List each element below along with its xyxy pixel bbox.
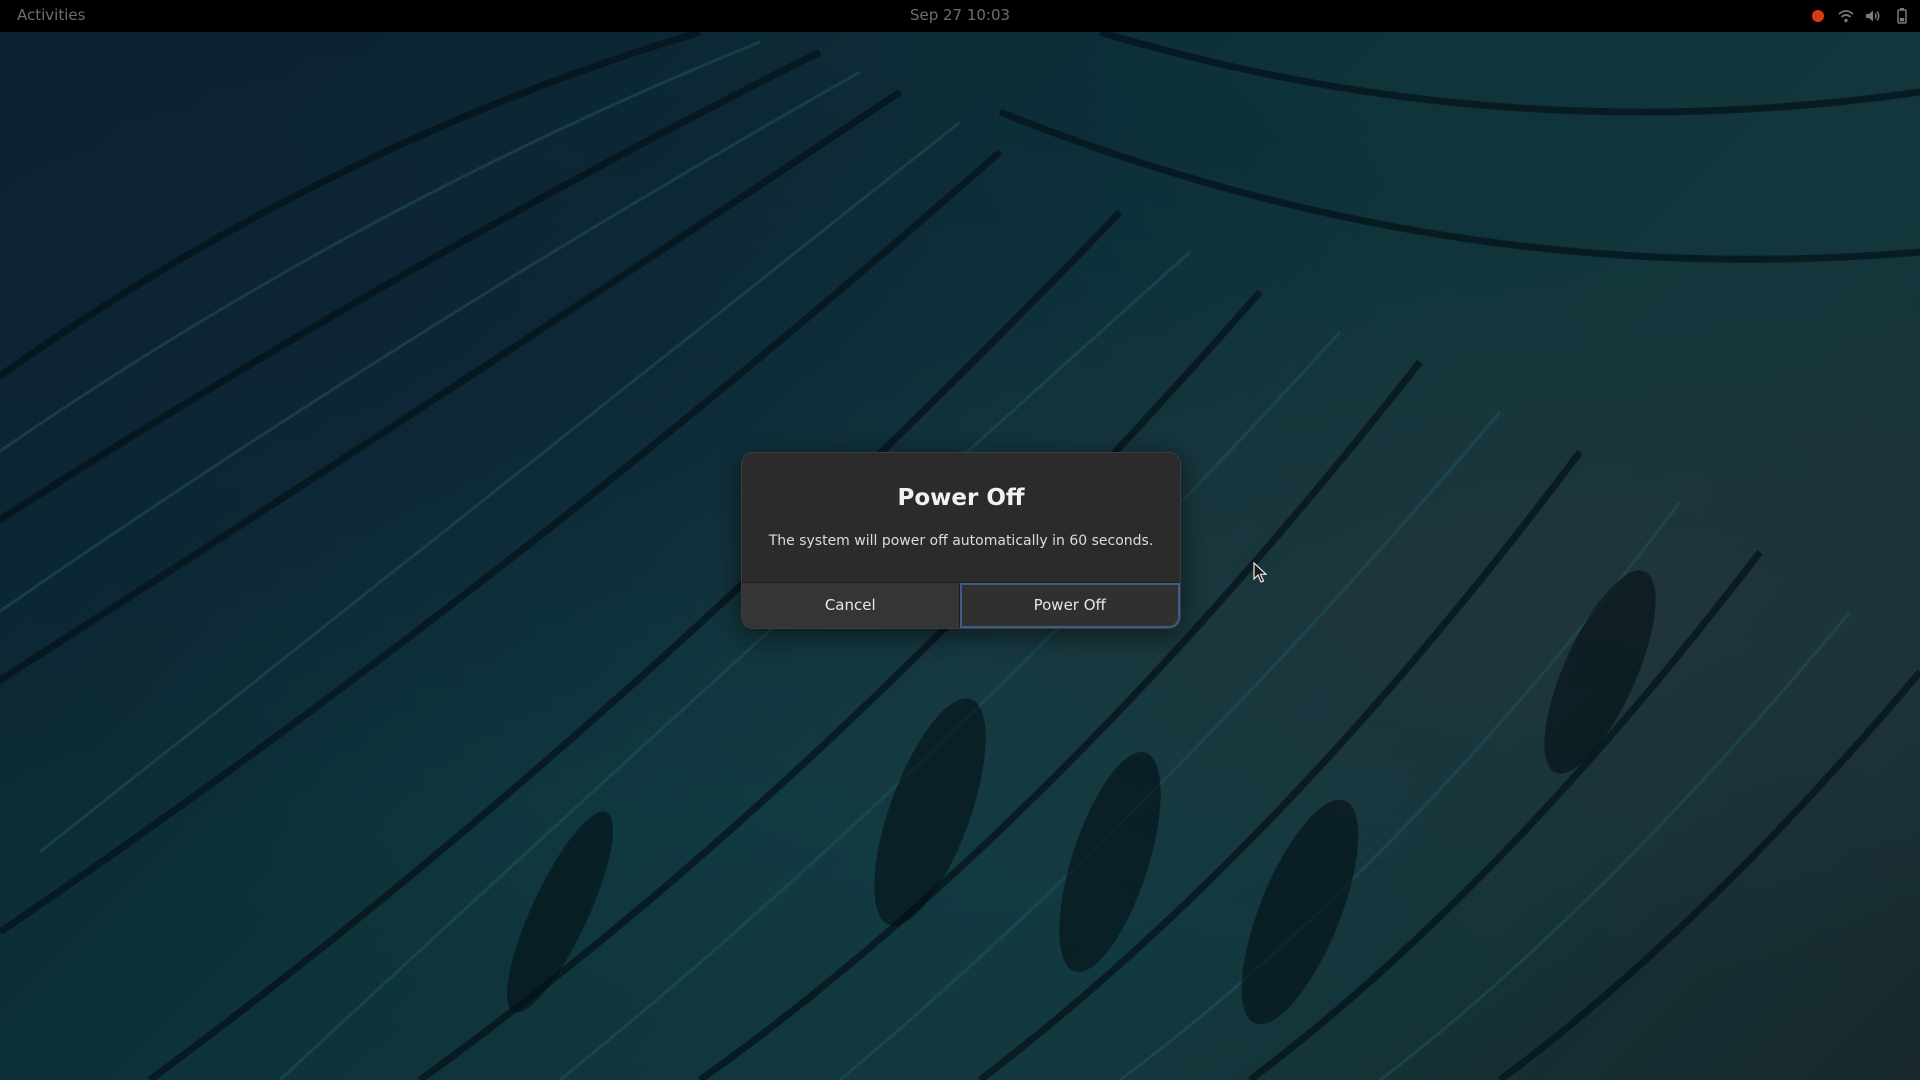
power-off-dialog: Power Off The system will power off auto… xyxy=(741,452,1181,629)
dialog-title: Power Off xyxy=(897,485,1025,511)
record-indicator-icon xyxy=(1809,8,1826,25)
battery-icon xyxy=(1893,8,1910,25)
clock-button[interactable]: Sep 27 10:03 xyxy=(910,6,1010,24)
mouse-pointer-icon xyxy=(1253,562,1267,583)
wifi-icon xyxy=(1837,8,1854,25)
power-off-button[interactable]: Power Off xyxy=(959,583,1180,628)
cancel-button[interactable]: Cancel xyxy=(742,583,960,628)
dialog-description: The system will power off automatically … xyxy=(768,533,1154,549)
dialog-button-row: Cancel Power Off xyxy=(742,582,1180,628)
top-bar: Activities Sep 27 10:03 xyxy=(0,0,1920,32)
system-tray[interactable] xyxy=(1809,0,1910,32)
volume-icon xyxy=(1865,8,1882,25)
activities-button[interactable]: Activities xyxy=(17,0,85,32)
clock-area: Sep 27 10:03 xyxy=(0,0,1920,32)
